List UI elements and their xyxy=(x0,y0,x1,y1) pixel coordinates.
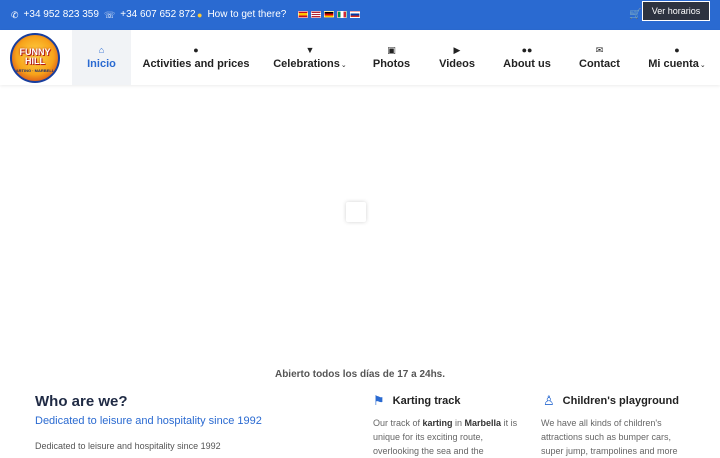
chevron-down-icon: ⌄ xyxy=(340,62,347,69)
playground-card-text: We have all kinds of children's attracti… xyxy=(541,418,678,456)
slider-loading-indicator xyxy=(346,202,366,222)
nav-contact-label: Contact xyxy=(579,58,620,70)
envelope-icon: ✉ xyxy=(595,45,604,55)
nav-my-account-label: Mi cuenta⌄ xyxy=(648,58,706,70)
trophy-icon: ⚑ xyxy=(373,393,385,408)
video-camera-icon: ▶ xyxy=(453,45,461,55)
nav-inicio[interactable]: ⌂ Inicio xyxy=(72,30,131,85)
view-hours-button[interactable]: Ver horarios xyxy=(642,1,710,21)
nav-videos-label: Videos xyxy=(439,58,475,70)
language-flags xyxy=(298,11,360,18)
phone-1-link[interactable]: ✆ +34 952 823 359 xyxy=(11,9,99,20)
logo-tagline: KARTING · MARBELLA xyxy=(12,68,58,73)
flag-italian[interactable] xyxy=(337,11,347,18)
nav-activities[interactable]: ● Activities and prices xyxy=(143,30,250,85)
karting-card-text: Our track of karting in Marbella it is u… xyxy=(373,418,518,456)
flag-german[interactable] xyxy=(324,11,334,18)
who-are-we-subtitle: Dedicated to leisure and hospitality sin… xyxy=(35,415,262,427)
nav-inicio-label: Inicio xyxy=(87,58,116,70)
nav-activities-label: Activities and prices xyxy=(142,58,250,70)
nav-contact[interactable]: ✉ Contact xyxy=(577,30,622,85)
directions-text: How to get there? xyxy=(207,9,287,20)
nav-photos[interactable]: ▣ Photos xyxy=(370,30,413,85)
phone-icon: ✆ xyxy=(11,9,19,20)
map-pin-icon: ● xyxy=(197,9,203,20)
image-icon: ▣ xyxy=(387,45,396,55)
directions-link[interactable]: ● How to get there? xyxy=(197,9,286,20)
home-icon: ⌂ xyxy=(98,45,105,55)
phone-2-text: +34 607 652 872 xyxy=(120,9,196,20)
flag-russian[interactable] xyxy=(350,11,360,18)
funny-hill-logo[interactable]: FUNNY HILL KARTING · MARBELLA xyxy=(10,33,60,83)
flag-spanish[interactable] xyxy=(298,11,308,18)
cocktail-icon: ▼ xyxy=(305,45,315,55)
whatsapp-icon: ☏ xyxy=(104,9,116,20)
nav-celebrations-label: Celebrations⌄ xyxy=(273,58,347,70)
person-icon: ● xyxy=(193,45,199,55)
child-icon: ♙ xyxy=(543,393,555,408)
logo-text: FUNNY HILL xyxy=(19,47,51,66)
top-bar: ✆ +34 952 823 359 ☏ +34 607 652 872 ● Ho… xyxy=(0,0,720,30)
flag-english[interactable] xyxy=(311,11,321,18)
cart-icon[interactable]: 🛒 xyxy=(629,9,641,20)
who-are-we-heading: Who are we? xyxy=(35,393,128,410)
karting-card-title: ⚑ Karting track xyxy=(373,393,461,408)
nav-photos-label: Photos xyxy=(372,58,411,70)
nav-videos[interactable]: ▶ Videos xyxy=(436,30,478,85)
chevron-down-icon: ⌄ xyxy=(699,62,706,69)
users-icon: ●● xyxy=(521,45,533,55)
opening-hours-text: Abierto todos los días de 17 a 24hs. xyxy=(274,369,446,380)
nav-about-label: About us xyxy=(503,58,551,70)
phone-2-link[interactable]: ☏ +34 607 652 872 xyxy=(104,9,196,20)
nav-my-account[interactable]: ● Mi cuenta⌄ xyxy=(648,30,706,85)
playground-card-title: ♙ Children's playground xyxy=(543,393,679,408)
phone-1-text: +34 952 823 359 xyxy=(23,9,99,20)
user-icon: ● xyxy=(674,45,680,55)
nav-celebrations[interactable]: ▼ Celebrations⌄ xyxy=(272,30,348,85)
nav-about[interactable]: ●● About us xyxy=(502,30,552,85)
